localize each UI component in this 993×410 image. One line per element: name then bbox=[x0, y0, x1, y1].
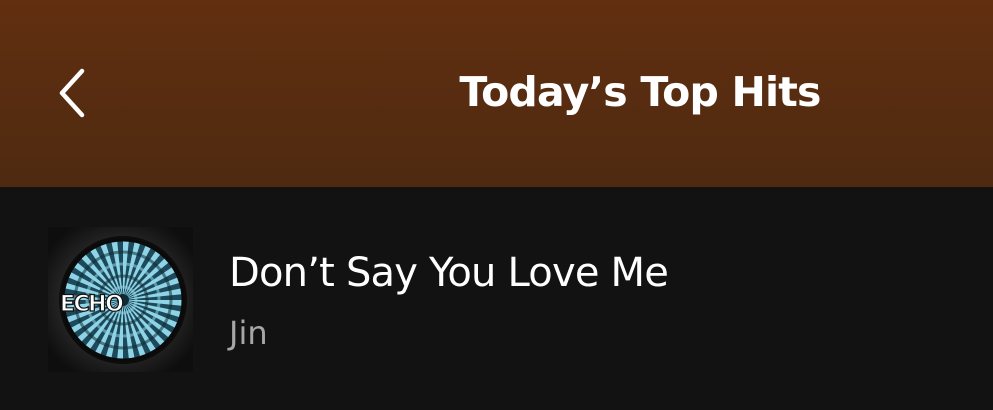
back-button[interactable] bbox=[44, 58, 100, 128]
playlist-header: Today’s Top Hits bbox=[0, 0, 993, 187]
album-art: ECHO bbox=[48, 227, 193, 372]
album-art-image: ECHO bbox=[48, 227, 193, 372]
track-artist[interactable]: Jin bbox=[229, 311, 268, 355]
track-title: Don’t Say You Love Me bbox=[229, 250, 669, 296]
svg-text:ECHO: ECHO bbox=[60, 292, 123, 317]
page-title: Today’s Top Hits bbox=[459, 68, 821, 116]
album-art-label: ECHO bbox=[59, 291, 125, 317]
chevron-left-icon bbox=[59, 68, 85, 118]
track-list-item[interactable]: ECHO Don’t Say You Love Me Jin bbox=[0, 187, 993, 410]
